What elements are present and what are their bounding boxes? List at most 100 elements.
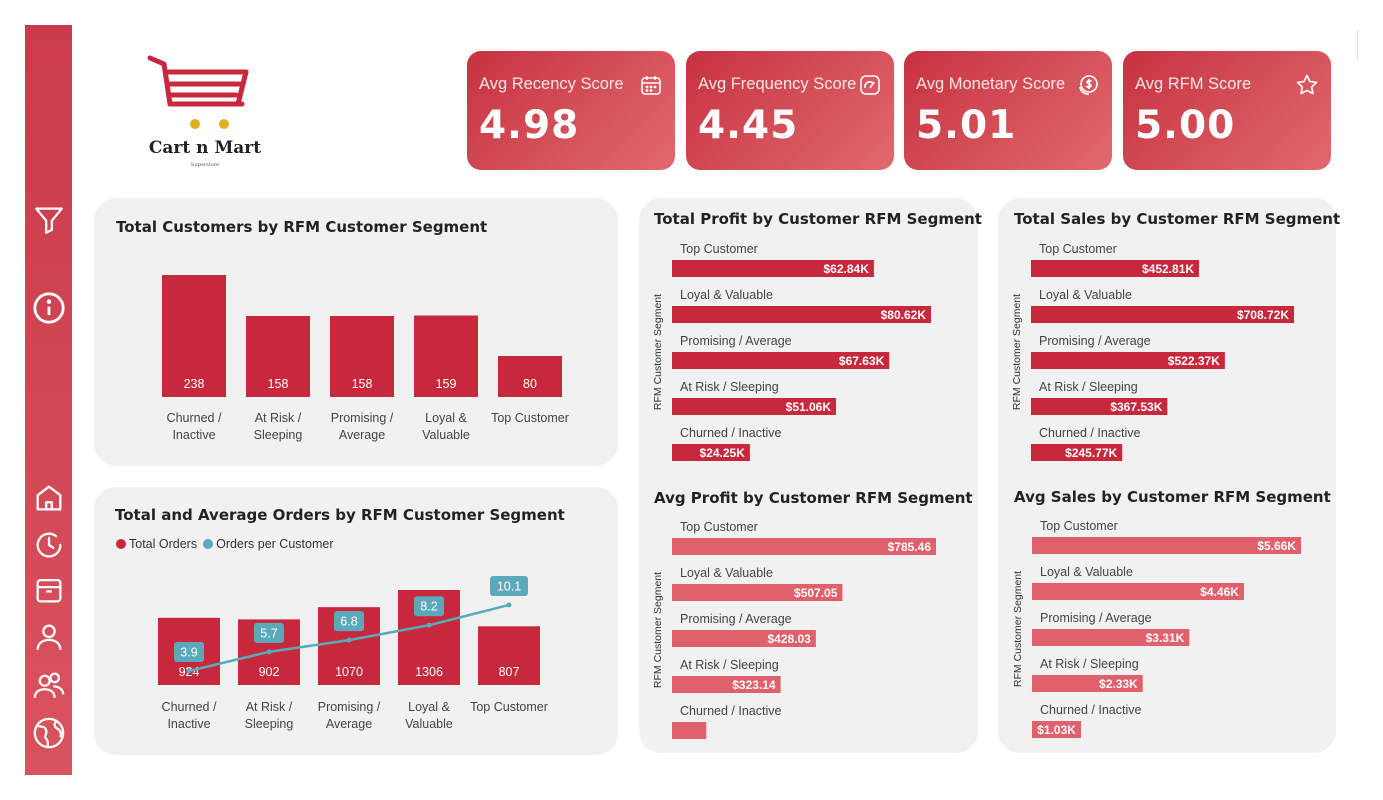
bar-value-label: $428.03 [767, 632, 811, 646]
category-label: At Risk / [246, 700, 293, 714]
bar-value-label: $3.31K [1146, 631, 1185, 645]
category-label: Promising / Average [1039, 334, 1151, 348]
line-point [506, 602, 512, 608]
package-icon[interactable] [25, 570, 72, 610]
category-label: Sleeping [254, 428, 303, 442]
category-label: Churned / Inactive [680, 426, 781, 440]
info-icon[interactable] [25, 288, 72, 328]
category-label: Promising / [318, 700, 381, 714]
bar-value-label: $4.46K [1200, 585, 1239, 599]
bar-value-label: $62.84K [824, 262, 870, 276]
bar-value-label: $785.46 [888, 540, 932, 554]
filter-icon[interactable] [25, 200, 72, 240]
bar-value-label: $708.72K [1237, 308, 1289, 322]
category-label: Top Customer [491, 411, 569, 425]
category-label: Inactive [167, 717, 210, 731]
category-label: Sleeping [245, 717, 294, 731]
bar-value-label: 159 [436, 377, 457, 391]
bar-value-label: 1306 [415, 665, 443, 679]
category-label: Inactive [172, 428, 215, 442]
category-label: Valuable [405, 717, 453, 731]
customers-panel: Total Customers by RFM Customer Segment … [94, 198, 618, 466]
home-icon[interactable] [25, 478, 72, 518]
kpi-value: 5.00 [1135, 103, 1236, 148]
bar-value-label: $51.06K [786, 400, 832, 414]
category-label: Churned / [162, 700, 217, 714]
legend-item-orders-per-customer[interactable]: Orders per Customer [203, 537, 334, 551]
category-label: Loyal & [425, 411, 467, 425]
kpi-value: 4.98 [479, 103, 580, 148]
kpi-frequency-card: Avg Frequency Score 4.45 [686, 51, 894, 170]
category-label: Promising / [331, 411, 394, 425]
legend-label: Orders per Customer [216, 537, 334, 551]
header-divider [1357, 30, 1358, 60]
kpi-label: Avg Frequency Score [698, 75, 857, 93]
bar-value-label: 807 [499, 665, 520, 679]
bar-value-label: 1070 [335, 665, 363, 679]
category-label: Promising / Average [680, 612, 792, 626]
category-label: At Risk / Sleeping [1039, 380, 1138, 394]
legend-dot [116, 539, 126, 549]
line-point [346, 637, 352, 643]
customers-bar-chart: 238 Churned / Inactive 158 At Risk / Sleeping… [162, 275, 569, 442]
category-label: At Risk / Sleeping [680, 658, 779, 672]
category-label: At Risk / Sleeping [680, 380, 779, 394]
user-icon[interactable] [25, 617, 72, 657]
bar-value-label: $507.05 [794, 586, 838, 600]
category-label: Loyal & Valuable [1040, 565, 1133, 579]
orders-legend: Total Orders Orders per Customer [116, 537, 334, 551]
bar-value-label: $80.62K [881, 308, 927, 322]
category-label: Average [339, 428, 385, 442]
bar-value-label: $24.25K [700, 446, 746, 460]
line-value-label: 5.7 [260, 626, 277, 640]
users-icon[interactable] [25, 665, 72, 705]
profit-panel: Total Profit by Customer RFM Segment Avg… [639, 198, 982, 753]
category-label: Top Customer [1040, 519, 1118, 533]
brand-name: Cart n Mart [148, 138, 262, 158]
sidebar [25, 25, 72, 775]
category-label: Top Customer [680, 520, 758, 534]
bar-value-label: $67.63K [839, 354, 885, 368]
cart-logo-icon [147, 55, 249, 129]
bar-value-label: 902 [259, 665, 280, 679]
calendar-icon [641, 76, 661, 95]
brand-tagline: Superstore [190, 162, 220, 168]
history-icon[interactable] [25, 525, 72, 565]
axis-label: RFM Customer Segment [1011, 294, 1023, 410]
axis-label: RFM Customer Segment [1012, 571, 1024, 687]
legend-dot [203, 539, 214, 549]
category-label: Loyal & Valuable [680, 288, 773, 302]
category-label: Average [326, 717, 372, 731]
bar-value-label: $2.33K [1099, 677, 1138, 691]
category-label: Churned / Inactive [1039, 426, 1140, 440]
sales-panel: Total Sales by Customer RFM Segment Avg … [998, 198, 1340, 753]
kpi-rfm-card: Avg RFM Score 5.00 [1123, 51, 1331, 170]
line-point [186, 668, 192, 674]
line-point [266, 649, 272, 655]
bar [672, 722, 707, 739]
bar-value-label: 158 [268, 377, 289, 391]
line-value-label: 6.8 [340, 615, 357, 629]
kpi-label: Avg Recency Score [479, 75, 624, 93]
category-label: Valuable [422, 428, 470, 442]
bar-value-label: $367.53K [1110, 400, 1162, 414]
orders-combo-chart: 924Churned /Inactive902At Risk /Sleeping… [158, 576, 548, 731]
gauge-icon [860, 75, 880, 95]
category-label: Top Customer [1039, 242, 1117, 256]
legend-label: Total Orders [129, 537, 198, 551]
legend-item-total-orders[interactable]: Total Orders [116, 537, 197, 551]
bar-value-label: 238 [184, 377, 205, 391]
category-label: Top Customer [470, 700, 548, 714]
profit-bar-charts: Top Customer $62.84K Loyal & Valuable $80.6… [652, 242, 936, 739]
bar-value-label: $323.14 [732, 678, 776, 692]
category-label: At Risk / Sleeping [1040, 657, 1139, 671]
bar-value-label: $5.66K [1257, 539, 1296, 553]
line-value-label: 3.9 [180, 646, 197, 660]
category-label: Promising / Average [680, 334, 792, 348]
kpi-value: 5.01 [916, 103, 1017, 148]
category-label: Top Customer [680, 242, 758, 256]
axis-label: RFM Customer Segment [652, 294, 664, 410]
globe-icon[interactable] [25, 713, 72, 753]
category-label: Loyal & [408, 700, 450, 714]
line-value-label: 10.1 [497, 580, 521, 594]
